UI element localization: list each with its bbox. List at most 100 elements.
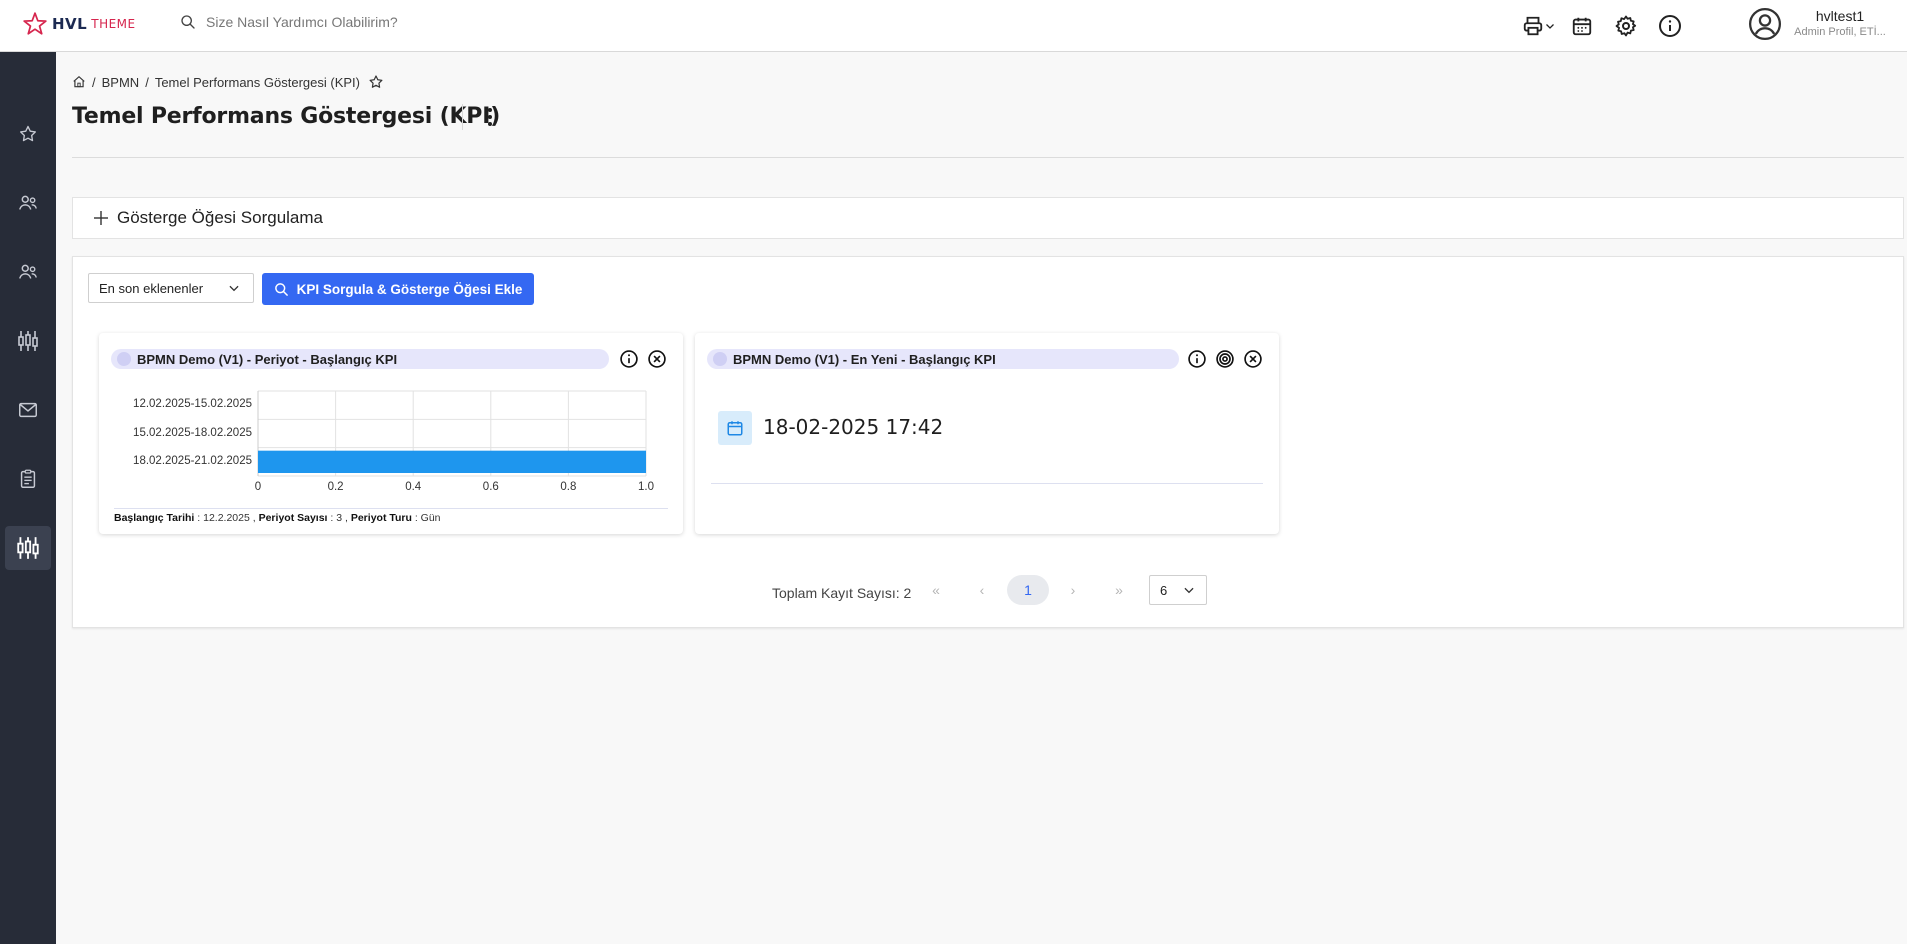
current-page-label: 1: [1024, 582, 1032, 598]
footer-start-label: Başlangıç Tarihi: [114, 512, 195, 524]
close-circle-icon: [648, 350, 666, 368]
kpi-bar-chart: 12.02.2025-15.02.2025 15.02.2025-18.02.20…: [111, 383, 671, 501]
sidebar-item-users[interactable]: [5, 181, 51, 225]
card-target-button[interactable]: [1215, 349, 1235, 369]
query-panel-label: Gösterge Öğesi Sorgulama: [117, 208, 323, 227]
footer-type-label: Periyot Turu: [350, 512, 412, 524]
plus-icon: [94, 211, 108, 225]
calendar-button[interactable]: [1566, 10, 1598, 42]
info-icon: [1659, 15, 1681, 37]
info-icon: [1188, 350, 1206, 368]
top-actions: [1518, 10, 1686, 42]
footer-count-label: Periyot Sayısı: [258, 512, 328, 524]
sidebar-item-kpi-1[interactable]: [5, 319, 51, 363]
kpi-query-add-button[interactable]: KPI Sorgula & Gösterge Öğesi Ekle: [262, 273, 534, 305]
print-button[interactable]: [1518, 10, 1560, 42]
x-tick-label: 1.0: [638, 481, 654, 493]
sort-select[interactable]: En son eklenenler: [88, 273, 254, 303]
card-title: BPMN Demo (V1) - Periyot - Başlangıç KPI: [137, 351, 398, 367]
kpi-card-period: BPMN Demo (V1) - Periyot - Başlangıç KPI…: [99, 333, 683, 534]
date-badge: [718, 411, 752, 445]
query-panel-toggle[interactable]: Gösterge Öğesi Sorgulama: [72, 197, 1904, 239]
next-page-button[interactable]: ›: [1056, 575, 1090, 605]
x-tick-label: 0: [254, 481, 262, 493]
settings-button[interactable]: [1610, 10, 1642, 42]
search-icon: [181, 15, 195, 29]
card-actions: [619, 349, 667, 369]
total-records: Toplam Kayıt Sayısı: 2: [772, 585, 912, 601]
brand-name-bold: HVL: [52, 15, 88, 33]
info-button[interactable]: [1654, 10, 1686, 42]
bar: [258, 450, 646, 473]
y-tick-label: 15.02.2025-18.02.2025: [133, 426, 252, 439]
calendar-icon: [1572, 17, 1592, 36]
sidebar: [0, 52, 56, 944]
last-page-button[interactable]: »: [1102, 575, 1136, 605]
breadcrumb-separator: /: [92, 74, 96, 90]
star-icon: [20, 125, 36, 142]
kpi-card-latest: BPMN Demo (V1) - En Yeni - Başlangıç KPI…: [695, 333, 1279, 534]
kpi-icon: [17, 537, 39, 559]
kpi-icon: [18, 331, 38, 351]
breadcrumb-item-bpmn[interactable]: BPMN: [102, 75, 140, 90]
user-info: hvltest1 Admin Profil, ETİ...: [1792, 8, 1888, 40]
x-tick-label: 0.4: [405, 481, 422, 493]
first-page-label: «: [932, 582, 940, 598]
mail-icon: [19, 402, 37, 418]
header-divider: [72, 157, 1904, 158]
y-tick-label: 18.02.2025-21.02.2025: [133, 454, 252, 467]
card-remove-button[interactable]: [647, 349, 667, 369]
card-title: BPMN Demo (V1) - En Yeni - Başlangıç KPI: [733, 351, 996, 367]
footer-type-value: Gün: [420, 512, 441, 524]
more-vertical-icon: [488, 108, 492, 126]
last-page-label: »: [1115, 582, 1123, 598]
x-tick-label: 0.8: [560, 481, 577, 493]
chevron-down-icon: [229, 285, 239, 292]
user-circle-icon: [1748, 7, 1782, 41]
page-size-value: 6: [1160, 582, 1168, 598]
search-icon: [274, 282, 288, 296]
card-header: BPMN Demo (V1) - Periyot - Başlangıç KPI: [111, 349, 609, 369]
global-search: [180, 14, 546, 30]
kpi-latest-value: 18-02-2025 17:42: [763, 415, 944, 439]
page-size-select[interactable]: 6: [1149, 575, 1207, 605]
sort-select-value: En son eklenenler: [99, 280, 204, 296]
sidebar-item-kpi-2[interactable]: [5, 526, 51, 570]
sidebar-item-tasks[interactable]: [5, 457, 51, 501]
brand-logo[interactable]: HVL THEME: [22, 11, 136, 37]
footer-count-value: 3: [336, 512, 343, 524]
star-icon[interactable]: [368, 74, 384, 90]
prev-page-label: ‹: [979, 582, 985, 598]
card-divider: [711, 483, 1263, 484]
kpi-query-add-label: KPI Sorgula & Gösterge Öğesi Ekle: [296, 281, 523, 297]
sidebar-item-groups[interactable]: [5, 250, 51, 294]
prev-page-button[interactable]: ‹: [965, 575, 999, 605]
page-menu-button[interactable]: [480, 105, 500, 129]
breadcrumb-item-current: Temel Performans Göstergesi (KPI): [154, 74, 360, 90]
sidebar-item-favorites[interactable]: [5, 112, 51, 156]
sidebar-item-mail[interactable]: [5, 388, 51, 432]
home-icon[interactable]: [72, 75, 86, 89]
page-button-current[interactable]: 1: [1007, 575, 1049, 605]
user-menu[interactable]: hvltest1 Admin Profil, ETİ...: [1748, 7, 1888, 41]
first-page-button[interactable]: «: [919, 575, 953, 605]
card-info-button[interactable]: [1187, 349, 1207, 369]
top-bar: HVLTHEME hvltest1 Admin Profil, ETİ...: [0, 0, 1907, 52]
title-divider: [462, 104, 463, 130]
x-tick-label: 0.2: [327, 481, 344, 493]
card-status-dot: [713, 352, 727, 366]
breadcrumb: / BPMN / Temel Performans Göstergesi (KP…: [72, 74, 384, 90]
card-actions: [1187, 349, 1263, 369]
card-remove-button[interactable]: [1243, 349, 1263, 369]
printer-icon: [1523, 16, 1543, 36]
search-input[interactable]: [206, 14, 546, 30]
kpi-content-panel: En son eklenenler KPI Sorgula & Gösterge…: [72, 256, 1904, 628]
user-name: hvltest1: [1815, 8, 1865, 24]
card-status-dot: [117, 352, 131, 366]
users-icon: [19, 264, 37, 279]
gear-icon: [1615, 15, 1637, 37]
footer-start-value: 12.2.2025: [203, 512, 250, 524]
chevron-down-icon: [1546, 24, 1554, 29]
breadcrumb-separator: /: [145, 74, 149, 90]
card-info-button[interactable]: [619, 349, 639, 369]
